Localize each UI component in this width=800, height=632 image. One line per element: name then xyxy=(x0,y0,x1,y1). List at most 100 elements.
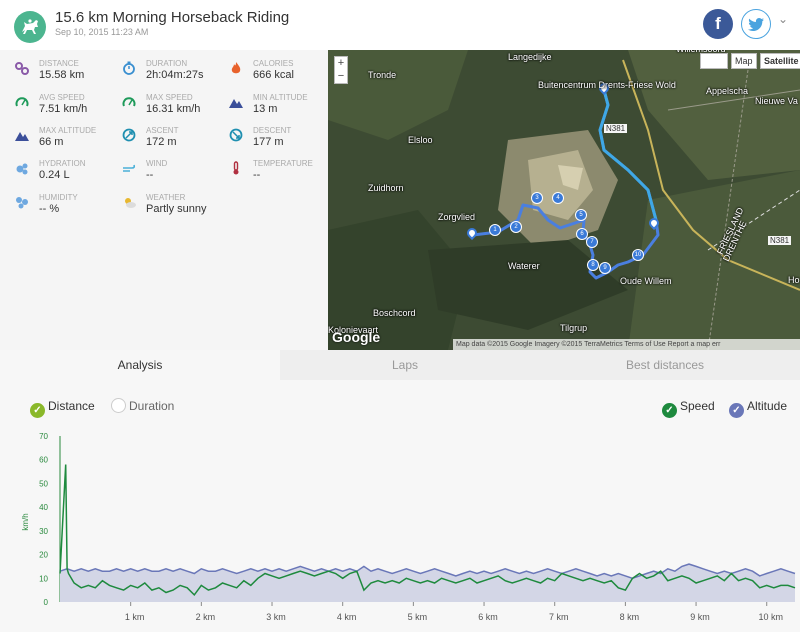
stat-value: 15.58 km xyxy=(39,69,85,81)
map-zoom-control[interactable]: + − xyxy=(334,56,348,84)
stopwatch-icon xyxy=(123,61,135,75)
zoom-out-button[interactable]: − xyxy=(335,70,347,83)
route-lap-marker[interactable]: 5 xyxy=(575,209,587,221)
stat-min-altitude: MIN ALTITUDE 13 m xyxy=(229,93,334,123)
map-place-label: Oude Willem xyxy=(620,276,672,286)
route-lap-marker[interactable]: 1 xyxy=(489,224,501,236)
route-lap-marker[interactable]: 9 xyxy=(599,262,611,274)
y-axis-label: km/h xyxy=(21,513,30,530)
map-place-label: Elsloo xyxy=(408,135,433,145)
y-tick-label: 50 xyxy=(39,479,48,488)
stat-label: MIN ALTITUDE xyxy=(253,93,308,102)
stat-label: DISTANCE xyxy=(39,59,79,68)
route-lap-marker[interactable]: 3 xyxy=(531,192,543,204)
flame-icon xyxy=(231,62,241,74)
stat-ascent: ASCENT 172 m xyxy=(122,126,227,156)
tab-best-distances[interactable]: Best distances xyxy=(530,350,800,380)
fullscreen-button[interactable] xyxy=(700,53,728,69)
partly-sunny-icon xyxy=(125,198,136,208)
stat-label: HYDRATION xyxy=(39,159,86,168)
map-place-label: Langedijke xyxy=(508,52,552,62)
stat-label: DESCENT xyxy=(253,126,292,135)
more-menu-chevron-icon[interactable]: ⌄ xyxy=(778,12,788,26)
tab-analysis[interactable]: Analysis xyxy=(0,350,280,380)
map-attribution[interactable]: Map data ©2015 Google Imagery ©2015 Terr… xyxy=(453,339,800,350)
stat-value: 177 m xyxy=(253,136,284,148)
facebook-icon: f xyxy=(715,14,721,33)
stat-max-altitude: MAX ALTITUDE 66 m xyxy=(15,126,120,156)
stat-weather: WEATHER Partly sunny xyxy=(122,193,227,223)
map-type-map-button[interactable]: Map xyxy=(731,53,757,69)
map-place-label: Appelscha xyxy=(706,86,749,96)
x-tick-label: 7 km xyxy=(549,612,569,622)
x-tick-label: 2 km xyxy=(196,612,216,622)
map-place-label: Boschcord xyxy=(373,308,416,318)
stat-label: ASCENT xyxy=(146,126,179,135)
route-lap-marker[interactable]: 4 xyxy=(552,192,564,204)
zoom-in-button[interactable]: + xyxy=(335,57,347,70)
speedometer-icon xyxy=(122,97,136,107)
stat-hydration: HYDRATION 0.24 L xyxy=(15,159,120,189)
route-lap-marker[interactable]: 7 xyxy=(586,236,598,248)
stat-label: DURATION xyxy=(146,59,188,68)
activity-title: 15.6 km Morning Horseback Riding xyxy=(55,9,290,26)
stat-value: -- xyxy=(253,169,261,181)
y-tick-label: 10 xyxy=(39,574,48,583)
stat-temperature: TEMPERATURE -- xyxy=(229,159,334,189)
analysis-tabs: Analysis Laps Best distances xyxy=(0,350,800,380)
stat-value: 13 m xyxy=(253,103,278,115)
map-type-satellite-button[interactable]: Satellite xyxy=(760,53,800,69)
ascent-icon xyxy=(122,128,136,142)
stat-value: 7.51 km/h xyxy=(39,103,88,115)
stat-label: WEATHER xyxy=(146,193,186,202)
route-lap-marker[interactable]: 10 xyxy=(632,249,644,261)
stat-label: MAX SPEED xyxy=(146,93,193,102)
stat-value: -- % xyxy=(39,203,60,215)
stat-calories: CALORIES 666 kcal xyxy=(229,59,334,89)
speedometer-icon xyxy=(15,97,29,107)
water-drops-icon xyxy=(16,163,28,175)
descent-icon xyxy=(229,128,243,142)
stat-label: HUMIDITY xyxy=(39,193,78,202)
map-place-label: N381 xyxy=(768,236,792,245)
map-place-label: Zorgvlied xyxy=(438,212,476,222)
stat-avg-speed: AVG SPEED 7.51 km/h xyxy=(15,93,120,123)
route-map[interactable]: 1 2 3 4 5 6 7 8 9 10 Langedijke Tronde Buitencentru… xyxy=(328,50,800,350)
stat-distance: DISTANCE 15.58 km xyxy=(15,59,120,89)
mountain-icon xyxy=(229,99,243,108)
tab-laps[interactable]: Laps xyxy=(280,350,530,380)
facebook-share-button[interactable]: f xyxy=(703,9,733,39)
map-place-label: N381 xyxy=(604,124,628,133)
route-lap-marker[interactable]: 8 xyxy=(587,259,599,271)
x-tick-label: 1 km xyxy=(125,612,145,622)
x-tick-label: 10 km xyxy=(758,612,783,622)
mountain-icon xyxy=(15,132,29,141)
stat-descent: DESCENT 177 m xyxy=(229,126,334,156)
stat-value: 666 kcal xyxy=(253,69,294,81)
stat-value: 2h:04m:27s xyxy=(146,69,204,81)
stat-value: 172 m xyxy=(146,136,177,148)
stat-value: 16.31 km/h xyxy=(146,103,201,115)
horseback-riding-icon xyxy=(14,11,46,43)
y-tick-label: 60 xyxy=(39,456,48,465)
map-place-label: Tronde xyxy=(368,70,397,80)
analysis-panel: ✓ Distance Duration ✓ Speed ✓ Altitude 0 10 2… xyxy=(0,380,800,632)
map-place-label: Tilgrup xyxy=(560,323,588,333)
stat-label: TEMPERATURE xyxy=(253,159,313,168)
x-tick-label: 9 km xyxy=(690,612,710,622)
wind-icon xyxy=(123,164,136,172)
y-tick-label: 70 xyxy=(39,432,48,441)
x-tick-label: 8 km xyxy=(620,612,640,622)
stat-label: WIND xyxy=(146,159,168,168)
y-tick-label: 20 xyxy=(39,551,48,560)
stat-wind: WIND -- xyxy=(122,159,227,189)
stat-value: 0.24 L xyxy=(39,169,70,181)
stat-max-speed: MAX SPEED 16.31 km/h xyxy=(122,93,227,123)
x-tick-label: 4 km xyxy=(337,612,357,622)
thermometer-icon xyxy=(233,161,239,175)
speed-altitude-chart[interactable]: 0 10 20 30 40 50 60 70 km/h 1 km 2 km 3 km 4 km 5 km 6… xyxy=(0,380,800,632)
map-place-label: Waterer xyxy=(508,261,540,271)
activity-date: Sep 10, 2015 11:23 AM xyxy=(55,27,149,37)
twitter-share-button[interactable] xyxy=(741,9,771,39)
route-lap-marker[interactable]: 2 xyxy=(510,221,522,233)
